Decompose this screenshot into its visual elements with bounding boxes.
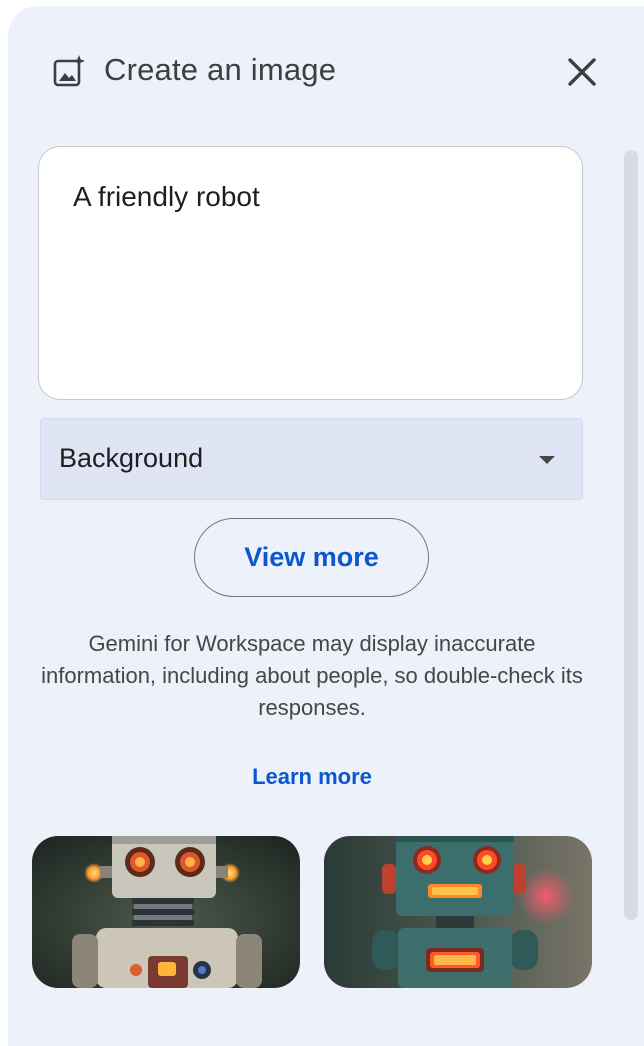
learn-more-link[interactable]: Learn more xyxy=(0,764,624,790)
generated-image-1[interactable] xyxy=(32,836,300,988)
panel-header: Create an image xyxy=(0,0,644,140)
dropdown-arrow-icon xyxy=(539,456,555,464)
scrollbar[interactable] xyxy=(624,150,638,920)
prompt-input[interactable]: A friendly robot xyxy=(38,146,583,400)
style-dropdown-value: Background xyxy=(59,443,204,473)
close-icon xyxy=(568,58,596,86)
close-button[interactable] xyxy=(562,52,602,92)
view-more-button[interactable]: View more xyxy=(194,518,429,597)
image-sparkle-icon xyxy=(52,54,86,88)
disclaimer-text: Gemini for Workspace may display inaccur… xyxy=(41,631,583,720)
prompt-text[interactable]: A friendly robot xyxy=(73,181,260,213)
style-dropdown[interactable]: Background xyxy=(40,418,583,500)
panel-title: Create an image xyxy=(104,52,337,87)
generated-image-2[interactable] xyxy=(324,836,592,988)
